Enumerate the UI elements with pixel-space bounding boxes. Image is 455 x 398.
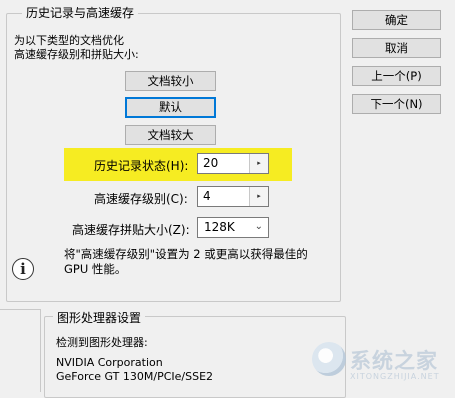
stepper-arrow-icon[interactable]: ▸ [249, 187, 268, 206]
cache-levels-label: 高速缓存级别(C): [94, 192, 188, 206]
info-icon: i [12, 258, 34, 280]
watermark-logo-icon [312, 342, 346, 376]
previous-button[interactable]: 上一个(P) [352, 66, 441, 86]
small-docs-button[interactable]: 文档较小 [125, 71, 216, 91]
cache-info-line1: 将"高速缓存级别"设置为 2 或更高以获得最佳的 [64, 247, 308, 261]
ok-button[interactable]: 确定 [352, 10, 441, 30]
chevron-down-icon[interactable]: ⌄ [255, 221, 263, 232]
history-states-label: 历史记录状态(H): [94, 159, 189, 173]
cache-tile-size-value[interactable]: 128K [204, 220, 235, 234]
watermark-url: XITONGZHIJIA.NET [350, 372, 440, 381]
next-button[interactable]: 下一个(N) [352, 94, 441, 114]
gpu-vendor: NVIDIA Corporation [56, 356, 163, 369]
cache-tile-size-select[interactable]: 128K ⌄ [197, 217, 269, 238]
default-button[interactable]: 默认 [125, 97, 216, 118]
history-states-stepper[interactable]: 20 ▸ [197, 153, 269, 174]
gpu-detected-label: 检测到图形处理器: [56, 336, 148, 349]
history-states-value[interactable]: 20 [203, 156, 218, 170]
history-cache-legend: 历史记录与高速缓存 [22, 4, 139, 21]
cache-tile-size-label: 高速缓存拼贴大小(Z): [72, 223, 190, 237]
left-panel-border [0, 309, 41, 392]
watermark-name: 系统之家 [350, 349, 438, 373]
cancel-button[interactable]: 取消 [352, 38, 441, 58]
watermark: 系统之家 XITONGZHIJIA.NET [312, 340, 452, 386]
gpu-model: GeForce GT 130M/PCIe/SSE2 [56, 370, 214, 383]
optimize-description-line2: 高速缓存级别和拼贴大小: [14, 48, 139, 61]
stepper-arrow-icon[interactable]: ▸ [249, 154, 268, 173]
cache-info-line2: GPU 性能。 [64, 262, 127, 276]
gpu-settings-legend: 图形处理器设置 [53, 309, 146, 326]
cache-levels-value[interactable]: 4 [203, 189, 211, 203]
large-docs-button[interactable]: 文档较大 [125, 125, 216, 145]
cache-levels-stepper[interactable]: 4 ▸ [197, 186, 269, 207]
